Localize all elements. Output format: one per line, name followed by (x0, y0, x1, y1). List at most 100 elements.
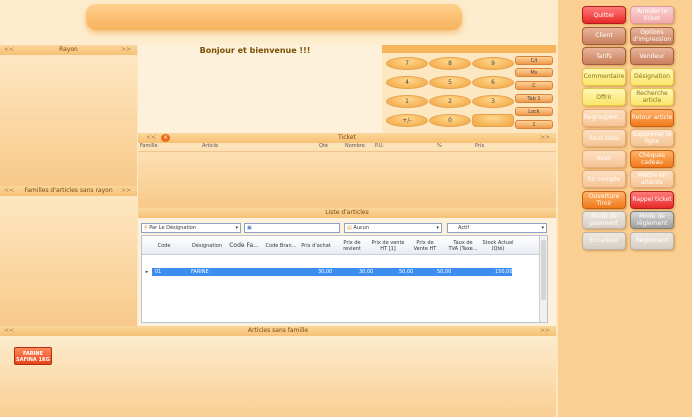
grid-col-taux-tva[interactable]: Taux de TVA (Taxe... (448, 236, 478, 255)
key-3[interactable]: 3 (472, 95, 514, 108)
grid-col-code-famille[interactable]: Code Fa... (228, 236, 260, 255)
familles-panel (0, 196, 137, 326)
liste-header: Liste d'articles (138, 208, 556, 218)
key-c[interactable]: C (515, 81, 553, 90)
familles-header: << Familles d'articles sans rayon >> (0, 186, 137, 196)
cell-code: 01 (155, 269, 162, 275)
key-7[interactable]: 7 (386, 57, 428, 70)
col-nombre: Nombre (345, 143, 365, 149)
regroupem-button[interactable]: Regroupem... (582, 108, 626, 127)
col-qte: Qté (319, 143, 328, 149)
tarifs-button[interactable]: Tarifs (582, 47, 626, 65)
col-famille: Famille (140, 143, 158, 149)
nav-prev-button[interactable]: << (4, 186, 14, 196)
nav-prev-button[interactable]: << (4, 45, 14, 55)
key-ci[interactable]: C/I (515, 56, 553, 65)
key-plus-minus[interactable]: +/- (386, 114, 428, 127)
key-1[interactable]: 1 (386, 95, 428, 108)
ticket-header: << × Ticket >> (138, 133, 556, 143)
key-enter[interactable] (472, 114, 514, 127)
table-row[interactable]: 01 FARINE 30,00 30,00 50,00 50,00 150,00 (152, 268, 513, 276)
articles-sans-famille-title: Articles sans famille (247, 327, 309, 334)
mode-select[interactable]: Actif ▾ (447, 223, 547, 233)
grid-col-code[interactable]: Code (154, 236, 174, 255)
annuler-le-ticket-button[interactable]: Annuler le ticket (630, 6, 674, 24)
articles-grid: Code Désignation Code Fa... Code Bran...… (141, 235, 548, 323)
grid-col-code-barre[interactable]: Code Bran... (262, 236, 300, 255)
en-compte-button[interactable]: En compte (582, 170, 626, 188)
cell-designation: FARINE (191, 269, 209, 275)
nav-prev-button[interactable]: << (146, 133, 156, 143)
key-8[interactable]: 8 (429, 57, 471, 70)
cell-stock: 150,00 (495, 269, 513, 275)
rayon-panel (0, 55, 137, 186)
col-pu: P.U. (375, 143, 385, 149)
grid-col-designation[interactable]: Désignation (187, 236, 227, 255)
nav-next-button[interactable]: >> (540, 133, 550, 143)
grid-col-prix-vente-ht[interactable]: Prix de Vente HT (411, 236, 439, 255)
encaisser-button[interactable]: Encaisser (582, 231, 626, 250)
avoir-button[interactable]: Avoir (582, 149, 626, 168)
d-signation-button[interactable]: Désignation (630, 67, 674, 86)
cell-prix-vente-ht1: 50,00 (399, 269, 414, 275)
offrir-button[interactable]: Offrir (582, 88, 626, 106)
key-6[interactable]: 6 (472, 76, 514, 89)
key-mx[interactable]: Mx (515, 68, 553, 77)
scope-select[interactable]: ▤ Aucun ▾ (344, 223, 442, 233)
key-9[interactable]: 9 (472, 57, 514, 70)
scope-icon: ▤ (347, 225, 352, 231)
key-one[interactable]: 1 (515, 120, 553, 129)
nav-prev-button[interactable]: << (4, 326, 14, 336)
key-lock[interactable]: Lock (515, 107, 553, 116)
sous-total-button[interactable]: Sous-total (582, 129, 626, 147)
articles-sans-famille-panel: FARINE SAFINA 1KG (0, 336, 556, 417)
mode-de-paiement-button[interactable]: Mode de paiement (582, 211, 626, 229)
quitter-button[interactable]: Quitter (582, 6, 626, 24)
liste-panel: ⚲ Par Le Désignation ▾ ▣ ▤ Aucun ▾ Actif… (138, 218, 556, 326)
ticket-title: Ticket (338, 134, 356, 141)
key-0[interactable]: 0 (429, 114, 471, 127)
key-2[interactable]: 2 (429, 95, 471, 108)
scrollbar-thumb[interactable] (541, 240, 546, 300)
col-prix: Prix (475, 143, 485, 149)
key-tab[interactable]: Tab 1 (515, 94, 553, 103)
grid-col-prix-achat[interactable]: Prix d'achat (298, 236, 334, 255)
recherche-article-button[interactable]: Recherche article (630, 88, 674, 106)
filter-select[interactable]: ⚲ Par Le Désignation ▾ (141, 223, 241, 233)
retour-article-button[interactable]: Retour article (630, 108, 674, 127)
mode-de-r-glement-button[interactable]: Mode de règlement (630, 211, 674, 229)
grid-col-prix-revient[interactable]: Prix de revient (340, 236, 364, 255)
welcome-area: Bonjour et bienvenue !!! (138, 45, 382, 133)
nav-next-button[interactable]: >> (540, 326, 550, 336)
key-5[interactable]: 5 (429, 76, 471, 89)
keypad-top-strip (382, 45, 556, 53)
search-icon: ▣ (247, 225, 252, 231)
key-4[interactable]: 4 (386, 76, 428, 89)
col-percent: % (437, 143, 442, 149)
mettre-en-attente-button[interactable]: Mettre en attente (630, 170, 674, 188)
search-input[interactable]: ▣ (244, 223, 340, 233)
supprimer-la-ligne-button[interactable]: Supprimer la ligne (630, 129, 674, 147)
cell-prix-achat: 30,00 (318, 269, 333, 275)
grid-col-stock[interactable]: Stock Actuel (Qté) (482, 236, 514, 255)
grid-scrollbar[interactable] (539, 236, 547, 322)
rappel-ticket-button[interactable]: Rappel ticket (630, 190, 674, 209)
article-chip-farine[interactable]: FARINE SAFINA 1KG (14, 347, 52, 365)
client-button[interactable]: Client (582, 26, 626, 45)
ch-ques-cadeau-button[interactable]: Chèques cadeau (630, 149, 674, 168)
ticket-close-icon[interactable]: × (161, 134, 170, 142)
rayon-title: Rayon (59, 46, 78, 53)
options-d-impression-button[interactable]: Options d'impression (630, 26, 674, 45)
filter-value: Par Le Désignation (149, 225, 197, 231)
nav-next-button[interactable]: >> (121, 186, 131, 196)
vendeur-button[interactable]: Vendeur (630, 47, 674, 65)
commentaire-button[interactable]: Commentaire (582, 67, 626, 86)
row-indicator-icon: ▸ (145, 269, 149, 275)
grid-col-prix-vente-ht1[interactable]: Prix de vente HT [1] (369, 236, 407, 255)
cell-prix-vente-ht: 50,00 (437, 269, 452, 275)
nav-next-button[interactable]: >> (121, 45, 131, 55)
r-glement-button[interactable]: Règlement (630, 231, 674, 250)
ouverture-tiroir-button[interactable]: Ouverture Tiroir (582, 190, 626, 209)
grid-header: Code Désignation Code Fa... Code Bran...… (142, 236, 540, 255)
ticket-column-header: Famille Article Qté Nombre P.U. % Prix (138, 143, 556, 152)
